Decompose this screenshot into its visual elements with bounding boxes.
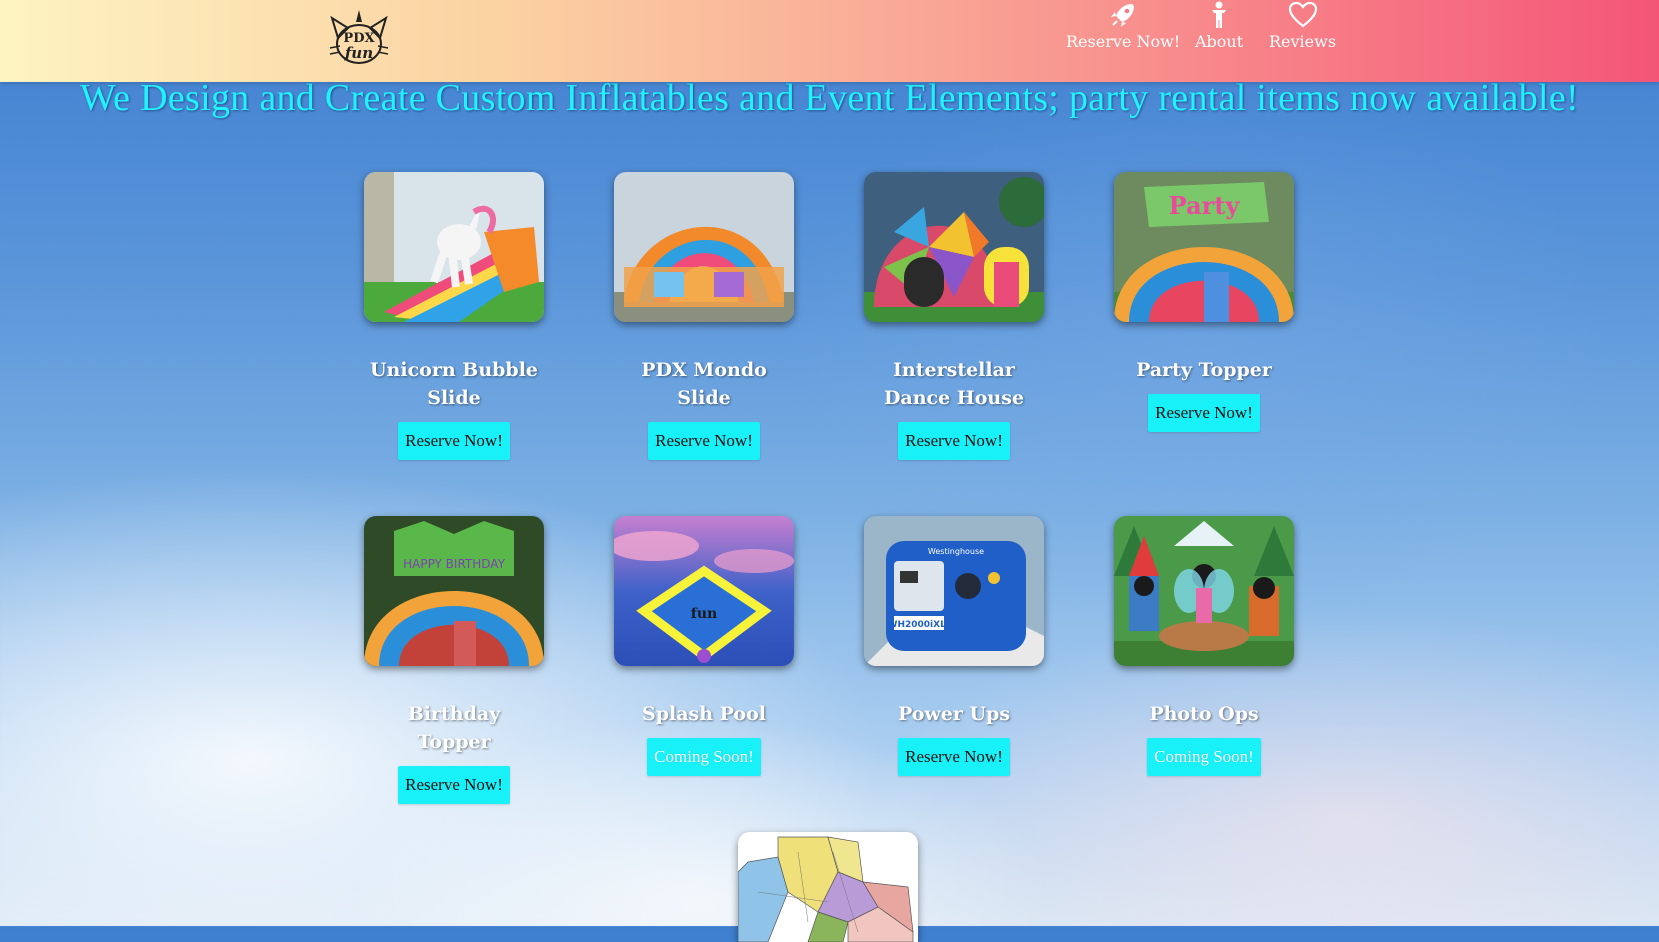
- reserve-button[interactable]: Reserve Now!: [648, 422, 760, 460]
- product-card-mondo: PDX Mondo Slide Reserve Now!: [579, 172, 829, 460]
- product-title: Party Topper: [1136, 359, 1272, 381]
- product-title: PDX Mondo Slide: [641, 359, 767, 409]
- product-image[interactable]: [364, 172, 544, 322]
- svg-text:HAPPY BIRTHDAY: HAPPY BIRTHDAY: [403, 557, 505, 571]
- product-card-power-ups: WH2000iXLT Westinghouse Power Ups Reserv…: [829, 516, 1079, 776]
- product-card-photo-ops: Photo Ops Coming Soon!: [1079, 516, 1329, 776]
- hero-heading: We Design and Create Custom Inflatables …: [80, 77, 1579, 119]
- coming-soon-button[interactable]: Coming Soon!: [1147, 738, 1261, 776]
- svg-text:WH2000iXLT: WH2000iXLT: [888, 620, 952, 630]
- reserve-button[interactable]: Reserve Now!: [898, 738, 1010, 776]
- product-title: Power Ups: [897, 703, 1011, 725]
- product-card-birthday-topper: HAPPY BIRTHDAY Birthday Topper Reserve N…: [329, 516, 579, 804]
- svg-text:fun: fun: [344, 44, 373, 62]
- reserve-button[interactable]: Reserve Now!: [898, 422, 1010, 460]
- product-title: Splash Pool: [641, 703, 766, 725]
- svg-text:fun: fun: [691, 606, 717, 622]
- nav-reserve[interactable]: Reserve Now!: [1066, 0, 1180, 51]
- reserve-button[interactable]: Reserve Now!: [1148, 394, 1260, 432]
- product-card-unicorn: Unicorn Bubble Slide Reserve Now!: [329, 172, 579, 460]
- product-title: Photo Ops: [1149, 703, 1259, 725]
- nav-about[interactable]: About: [1195, 0, 1243, 51]
- svg-text:Party: Party: [1169, 191, 1241, 220]
- heart-icon: [1288, 0, 1318, 30]
- product-image[interactable]: HAPPY BIRTHDAY: [364, 516, 544, 666]
- pdx-fun-logo[interactable]: PDX fun: [328, 8, 390, 68]
- product-image[interactable]: [864, 172, 1044, 322]
- rocket-icon: [1108, 0, 1138, 30]
- nav-about-label: About: [1195, 32, 1244, 51]
- nav-reviews-label: Reviews: [1269, 32, 1337, 51]
- product-image[interactable]: [1114, 516, 1294, 666]
- product-image[interactable]: WH2000iXLT Westinghouse: [864, 516, 1044, 666]
- product-title: Interstellar Dance House: [883, 359, 1025, 409]
- nav-reserve-label: Reserve Now!: [1066, 32, 1181, 51]
- product-image[interactable]: [614, 172, 794, 322]
- product-image[interactable]: fun: [614, 516, 794, 666]
- nav-reviews[interactable]: Reviews: [1269, 0, 1336, 51]
- product-image[interactable]: Party: [1114, 172, 1294, 322]
- product-title: Birthday Topper: [407, 703, 501, 753]
- svg-text:Westinghouse: Westinghouse: [928, 547, 984, 556]
- product-title: Unicorn Bubble Slide: [369, 359, 539, 409]
- product-card-interstellar: Interstellar Dance House Reserve Now!: [829, 172, 1079, 460]
- reserve-button[interactable]: Reserve Now!: [398, 422, 510, 460]
- site-header: PDX fun Reserve Now! About Reviews: [0, 0, 1659, 82]
- reserve-button[interactable]: Reserve Now!: [398, 766, 510, 804]
- person-icon: [1204, 0, 1234, 30]
- coming-soon-button[interactable]: Coming Soon!: [647, 738, 761, 776]
- product-card-party-topper: Party Party Topper Reserve Now!: [1079, 172, 1329, 432]
- product-card-splash-pool: fun Splash Pool Coming Soon!: [579, 516, 829, 776]
